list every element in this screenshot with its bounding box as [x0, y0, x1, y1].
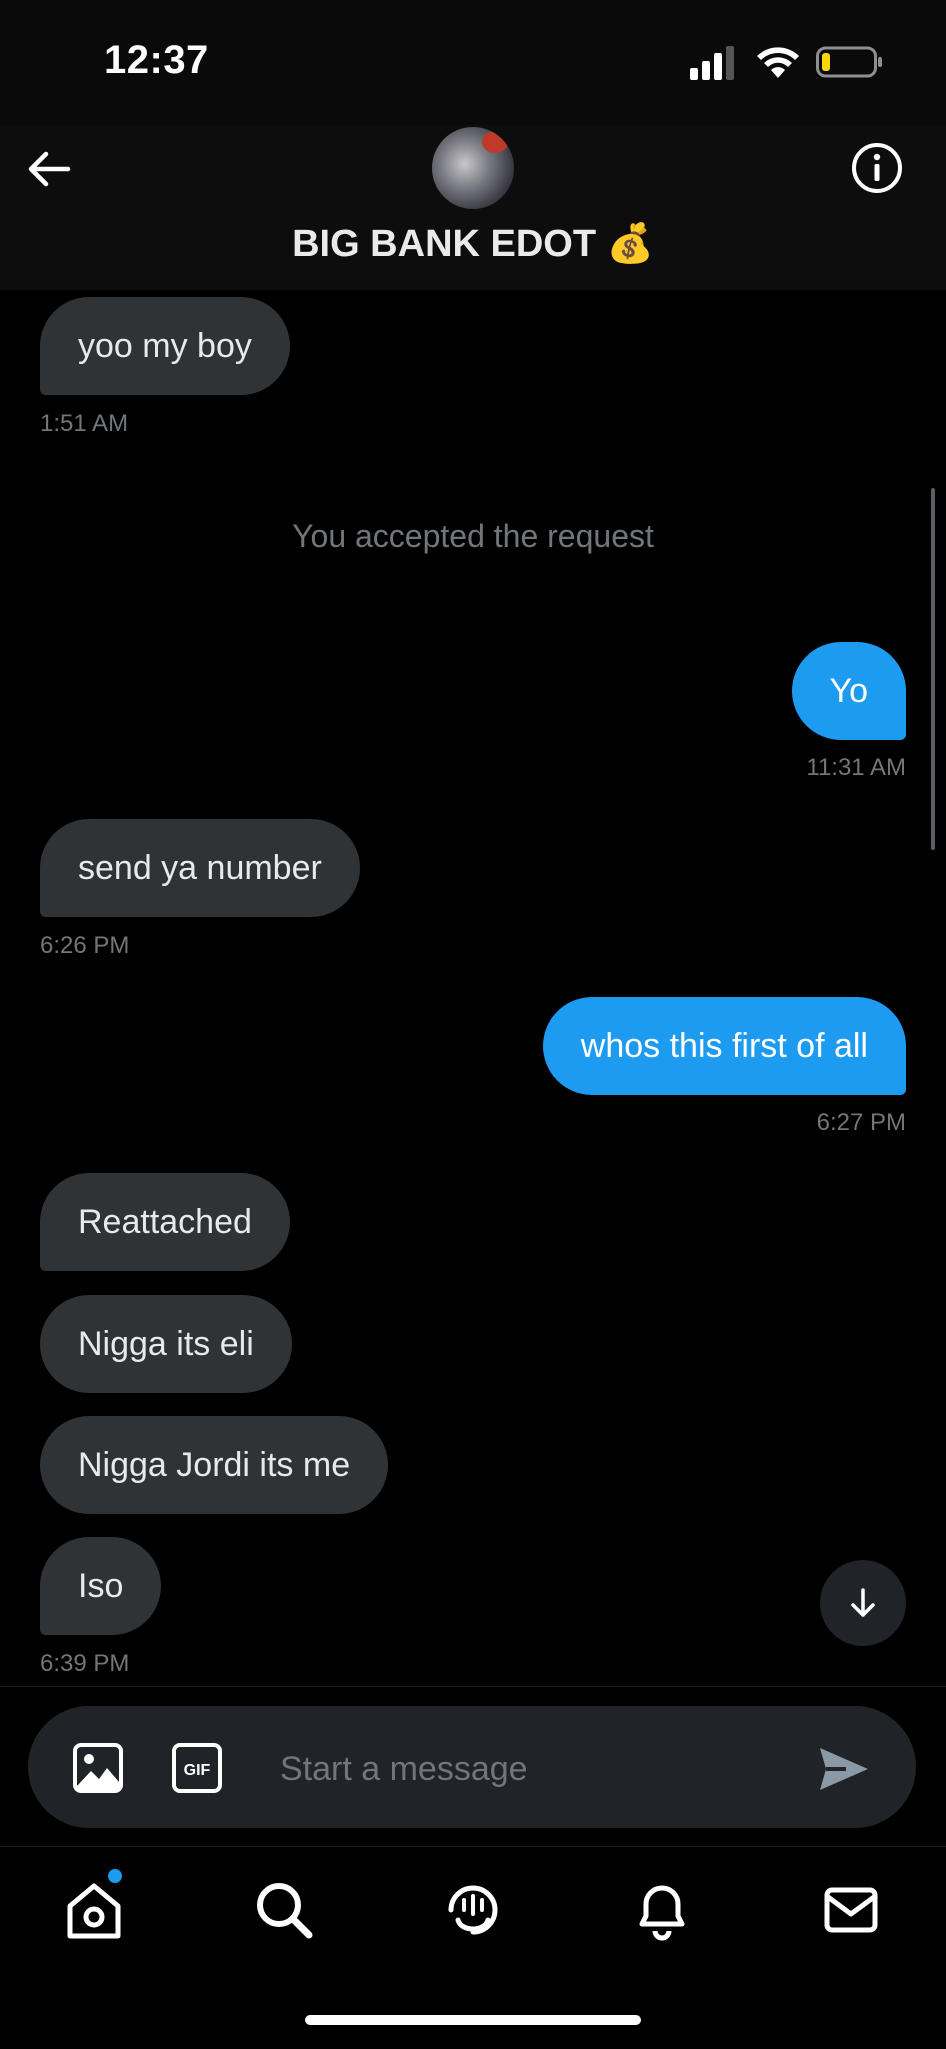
signal-icon — [690, 46, 734, 80]
message-timestamp: 11:31 AM — [806, 754, 906, 781]
message-bubble[interactable]: Reattached — [40, 1173, 290, 1271]
message-timestamp: 6:26 PM — [40, 932, 130, 959]
gif-button[interactable]: GIF — [171, 1742, 223, 1794]
home-indicator[interactable] — [305, 2015, 641, 2025]
battery-icon — [816, 46, 882, 78]
message-bubble[interactable]: whos this first of all — [542, 997, 906, 1095]
message-bubble[interactable]: send ya number — [40, 819, 360, 917]
scrollbar[interactable] — [931, 488, 935, 850]
conversation-title[interactable]: BIG BANK EDOT 💰 — [0, 222, 946, 266]
spaces-icon[interactable] — [441, 1878, 505, 1942]
message-bubble[interactable]: Nigga Jordi its me — [40, 1416, 389, 1514]
send-icon[interactable] — [816, 1744, 872, 1794]
message-bubble[interactable]: Yo — [791, 642, 906, 740]
message-bubble[interactable]: yoo my boy — [40, 297, 290, 395]
mail-icon[interactable] — [819, 1878, 883, 1942]
avatar[interactable] — [432, 127, 514, 209]
message-timestamp: 6:27 PM — [816, 1109, 906, 1136]
status-time: 12:37 — [104, 38, 209, 82]
message-bubble[interactable]: Iso — [40, 1537, 162, 1635]
scroll-to-bottom-button[interactable] — [820, 1560, 906, 1646]
svg-text:GIF: GIF — [184, 1762, 211, 1779]
image-icon[interactable] — [72, 1742, 124, 1794]
bell-icon[interactable] — [630, 1878, 694, 1942]
system-notice: You accepted the request — [292, 518, 654, 554]
message-timestamp: 1:51 AM — [40, 410, 129, 437]
gif-icon: GIF — [172, 1743, 222, 1793]
message-input[interactable] — [278, 1740, 802, 1798]
message-bubble[interactable]: Nigga its eli — [40, 1295, 292, 1393]
back-arrow-icon[interactable] — [24, 144, 74, 194]
notification-dot — [108, 1869, 122, 1883]
home-icon[interactable] — [62, 1878, 126, 1942]
message-timestamp: 6:39 PM — [40, 1650, 130, 1677]
search-icon[interactable] — [252, 1878, 316, 1942]
arrow-down-icon — [851, 1588, 875, 1617]
wifi-icon — [757, 47, 799, 78]
info-icon[interactable] — [850, 141, 904, 195]
